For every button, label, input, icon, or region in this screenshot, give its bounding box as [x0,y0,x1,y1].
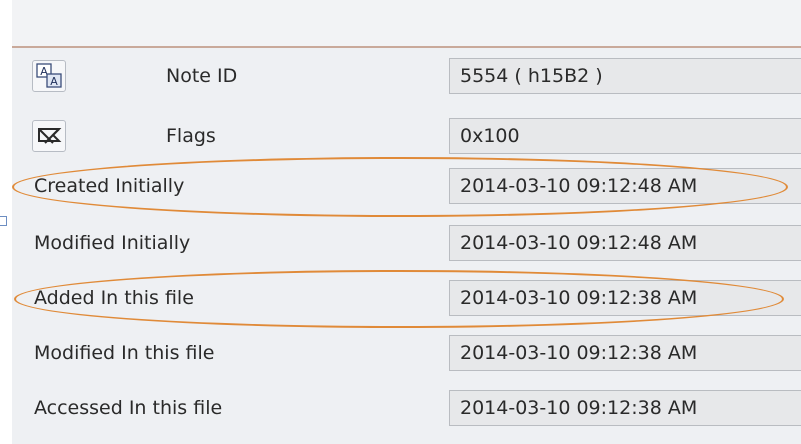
accessed-in-file-value[interactable]: 2014-03-10 09:12:38 AM [449,390,801,426]
note-id-value[interactable]: 5554 ( h15B2 ) [449,58,801,94]
note-id-label: Note ID [166,65,238,87]
panel-header [12,0,801,48]
property-row-created-initially: Created Initially 2014-03-10 09:12:48 AM [12,164,801,209]
modified-in-file-label: Modified In this file [34,342,215,364]
accessed-in-file-label: Accessed In this file [34,397,223,419]
property-row-note-id: A A Note ID 5554 ( h15B2 ) [12,54,801,99]
property-row-accessed-in-file: Accessed In this file 2014-03-10 09:12:3… [12,386,801,431]
property-row-flags: Flags 0x100 [12,114,801,159]
left-edge-marker [0,216,7,226]
created-initially-value[interactable]: 2014-03-10 09:12:48 AM [449,168,801,204]
added-in-file-label: Added In this file [34,287,194,309]
property-row-modified-initially: Modified Initially 2014-03-10 09:12:48 A… [12,221,801,266]
created-initially-label: Created Initially [34,175,185,197]
svg-text:A: A [50,75,58,88]
flags-icon[interactable] [32,120,66,152]
modified-initially-value[interactable]: 2014-03-10 09:12:48 AM [449,225,801,261]
added-in-file-value[interactable]: 2014-03-10 09:12:38 AM [449,280,801,316]
properties-panel: A A Note ID 5554 ( h15B2 ) Flags 0x100 C… [12,0,801,444]
property-row-added-in-file: Added In this file 2014-03-10 09:12:38 A… [12,276,801,321]
flags-label: Flags [166,125,216,147]
flags-value[interactable]: 0x100 [449,118,801,154]
modified-in-file-value[interactable]: 2014-03-10 09:12:38 AM [449,335,801,371]
font-aa-icon[interactable]: A A [32,60,66,92]
modified-initially-label: Modified Initially [34,232,191,254]
property-row-modified-in-file: Modified In this file 2014-03-10 09:12:3… [12,331,801,376]
